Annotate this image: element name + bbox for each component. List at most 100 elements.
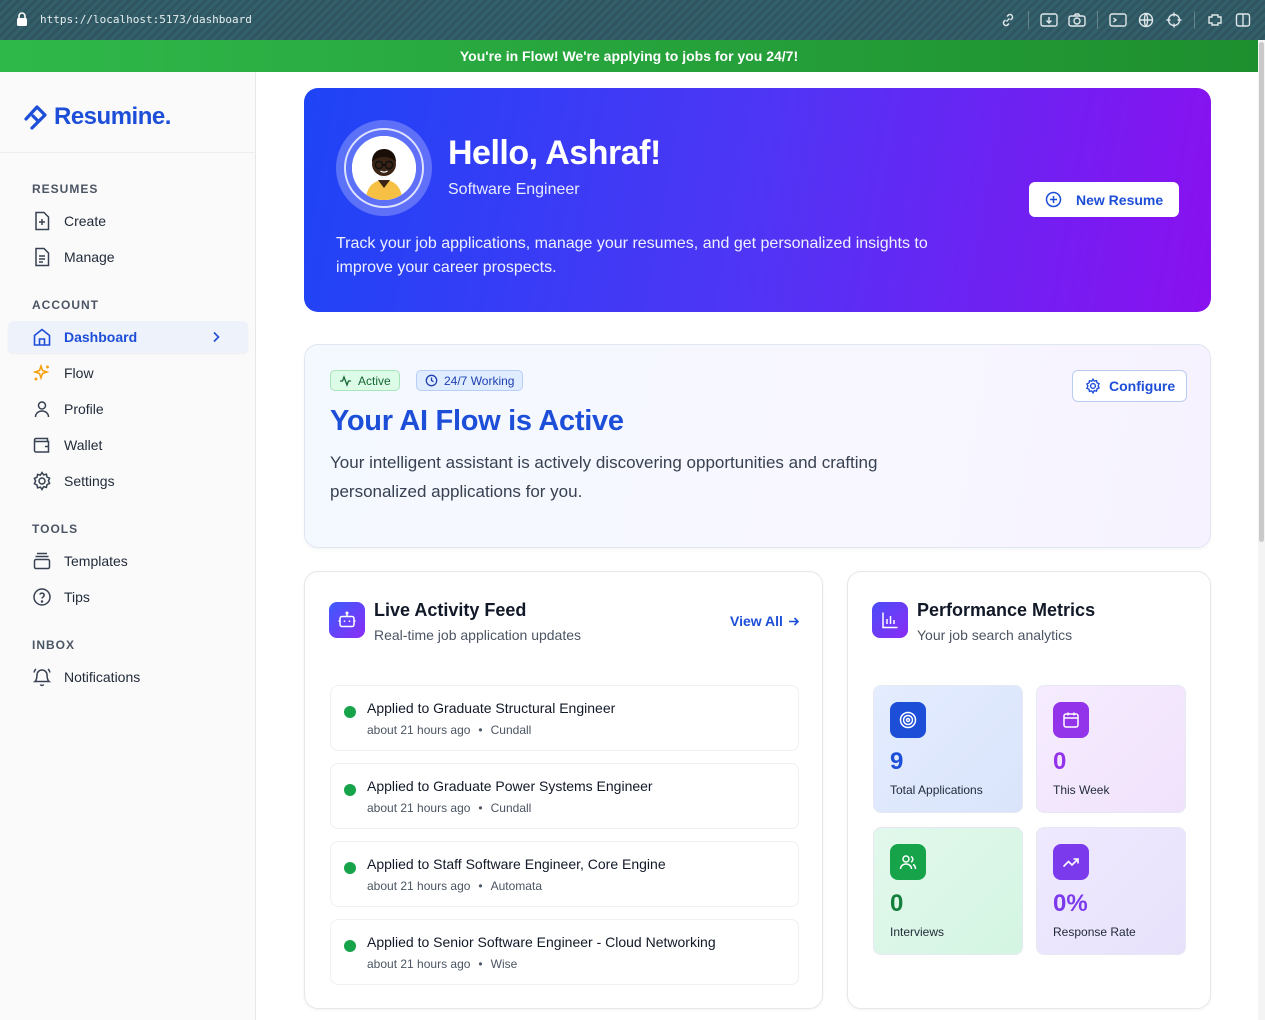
welcome-hero: Hello, Ashraf! Software Engineer Track y… — [304, 88, 1211, 312]
plus-circle-icon — [1045, 191, 1062, 208]
target-icon — [890, 702, 926, 738]
metric-label: Total Applications — [890, 783, 983, 797]
greeting-heading: Hello, Ashraf! — [448, 134, 661, 172]
crosshair-icon[interactable] — [1160, 10, 1188, 30]
sidebar-item-notifications[interactable]: Notifications — [8, 661, 248, 693]
toolbar-divider — [1194, 11, 1195, 29]
feed-item-time: about 21 hours ago — [367, 801, 471, 815]
status-badge-working: 24/7 Working — [416, 370, 524, 391]
sidebar-item-templates[interactable]: Templates — [8, 545, 248, 577]
address-bar[interactable]: https://localhost:5173/dashboard — [40, 13, 252, 26]
badge-label: Active — [358, 373, 391, 388]
globe-icon[interactable] — [1132, 10, 1160, 30]
scrollbar-thumb[interactable] — [1259, 42, 1264, 542]
feed-item-meta: about 21 hours ago • Automata — [367, 879, 542, 893]
feed-item-title: Applied to Graduate Power Systems Engine… — [367, 778, 653, 794]
users-icon — [890, 844, 926, 880]
metric-value: 9 — [890, 748, 904, 775]
flow-description: Your intelligent assistant is actively d… — [330, 453, 878, 501]
metric-total-applications[interactable]: 9 Total Applications — [873, 685, 1023, 813]
configure-button[interactable]: Configure — [1072, 370, 1187, 402]
browser-toolbar: https://localhost:5173/dashboard — [0, 0, 1265, 40]
sidebar-item-label: Templates — [64, 553, 128, 569]
help-circle-icon — [32, 587, 52, 607]
flow-banner-text: You're in Flow! We're applying to jobs f… — [459, 48, 799, 64]
meta-separator: • — [478, 879, 483, 893]
sidebar-item-label: Manage — [64, 249, 115, 265]
sidebar-item-label: Wallet — [64, 437, 103, 453]
activity-icon — [340, 375, 351, 387]
home-icon — [32, 327, 52, 347]
status-badge-active: Active — [330, 370, 400, 391]
avatar[interactable] — [352, 136, 416, 200]
clock-icon — [425, 374, 438, 387]
meta-separator: • — [478, 723, 483, 737]
sidebar-item-create[interactable]: Create — [8, 205, 248, 237]
metric-interviews[interactable]: 0 Interviews — [873, 827, 1023, 955]
sidebar-item-label: Notifications — [64, 669, 141, 685]
feed-item-meta: about 21 hours ago • Cundall — [367, 801, 531, 815]
camera-icon[interactable] — [1063, 10, 1091, 30]
sidebar-item-dashboard[interactable]: Dashboard — [8, 321, 248, 353]
status-dot — [344, 862, 356, 874]
resumine-logo-icon — [24, 105, 47, 130]
link-icon[interactable] — [994, 10, 1022, 30]
feed-item-company: Automata — [490, 879, 542, 893]
feed-item-title: Applied to Graduate Structural Engineer — [367, 700, 616, 716]
sidebar-item-profile[interactable]: Profile — [8, 393, 248, 425]
terminal-icon[interactable] — [1104, 10, 1132, 30]
sidebar-item-wallet[interactable]: Wallet — [8, 429, 248, 461]
section-resumes: RESUMES — [32, 182, 99, 196]
sidebar-item-tips[interactable]: Tips — [8, 581, 248, 613]
view-all-link[interactable]: View All — [730, 613, 800, 629]
meta-separator: • — [478, 801, 483, 815]
bot-icon — [338, 611, 356, 628]
list-item[interactable]: Applied to Graduate Structural Engineer … — [330, 685, 799, 751]
meta-separator: • — [478, 957, 483, 971]
toolbar-divider — [1028, 11, 1029, 29]
sidebar-item-flow[interactable]: Flow — [8, 357, 248, 389]
file-plus-icon — [32, 211, 52, 231]
metric-label: Interviews — [890, 925, 945, 939]
list-item[interactable]: Applied to Graduate Power Systems Engine… — [330, 763, 799, 829]
templates-icon — [32, 551, 52, 571]
metric-response-rate[interactable]: 0% Response Rate — [1036, 827, 1186, 955]
avatar-ring — [336, 120, 432, 216]
metric-value: 0% — [1053, 890, 1088, 917]
feed-item-meta: about 21 hours ago • Cundall — [367, 723, 531, 737]
lock-icon — [17, 12, 27, 26]
hero-description: Track your job applications, manage your… — [336, 235, 928, 276]
trending-up-icon — [1053, 844, 1089, 880]
logo[interactable]: Resumine. — [20, 102, 171, 132]
toolbar-divider — [1097, 11, 1098, 29]
metrics-title: Performance Metrics — [917, 600, 1096, 620]
sidebar-item-settings[interactable]: Settings — [8, 465, 248, 497]
feed-item-time: about 21 hours ago — [367, 879, 471, 893]
new-resume-button[interactable]: New Resume — [1029, 182, 1179, 217]
badge-label: 24/7 Working — [444, 373, 515, 388]
gear-icon — [1086, 378, 1100, 394]
performance-metrics-card: Performance Metrics Your job search anal… — [847, 571, 1211, 1009]
avatar-frame — [344, 128, 424, 208]
activity-feed-card: Live Activity Feed Real-time job applica… — [304, 571, 823, 1009]
browser-actions — [994, 10, 1257, 30]
user-icon — [32, 399, 52, 419]
bell-ring-icon — [32, 667, 52, 687]
sidebar-item-label: Create — [64, 213, 107, 229]
sidebar-item-manage[interactable]: Manage — [8, 241, 248, 273]
feed-item-meta: about 21 hours ago • Wise — [367, 957, 517, 971]
feed-item-title: Applied to Senior Software Engineer - Cl… — [367, 934, 716, 950]
download-icon[interactable] — [1035, 10, 1063, 30]
extensions-icon[interactable] — [1201, 10, 1229, 30]
sidebar: Resumine. RESUMES Create Manage ACCOUNT … — [0, 72, 256, 1020]
metric-this-week[interactable]: 0 This Week — [1036, 685, 1186, 813]
list-item[interactable]: Applied to Staff Software Engineer, Core… — [330, 841, 799, 907]
feed-item-time: about 21 hours ago — [367, 723, 471, 737]
sidebar-item-label: Dashboard — [64, 329, 138, 345]
sidebar-toggle-icon[interactable] — [1229, 10, 1257, 30]
new-resume-label: New Resume — [1076, 191, 1164, 208]
metrics-subtitle: Your job search analytics — [917, 627, 1073, 643]
view-all-label: View All — [730, 613, 783, 629]
metric-value: 0 — [890, 890, 904, 917]
list-item[interactable]: Applied to Senior Software Engineer - Cl… — [330, 919, 799, 985]
